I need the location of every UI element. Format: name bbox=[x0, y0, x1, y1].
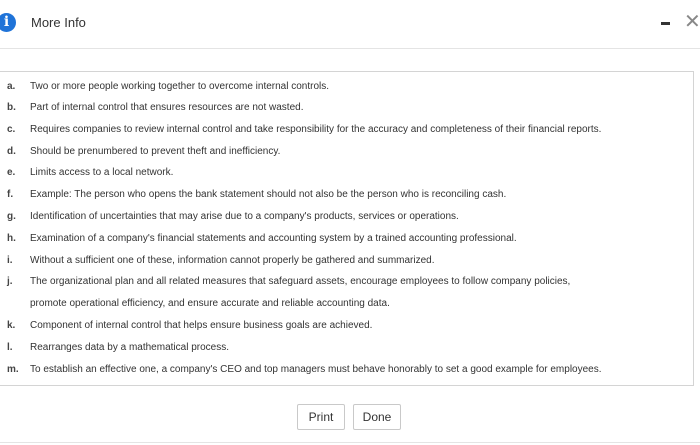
list-item-text: Limits access to a local network. bbox=[30, 167, 174, 178]
list-item-text: Examination of a company's financial sta… bbox=[30, 233, 517, 244]
list-item-letter: e. bbox=[7, 167, 16, 178]
list-item-text: Component of internal control that helps… bbox=[30, 320, 373, 331]
list-item-text: The organizational plan and all related … bbox=[30, 276, 571, 287]
close-icon[interactable]: ✕ bbox=[684, 11, 700, 31]
list-item-text: promote operational efficiency, and ensu… bbox=[30, 298, 390, 309]
bottom-divider bbox=[0, 442, 700, 443]
list-item-letter: j. bbox=[7, 276, 13, 287]
info-list-panel bbox=[0, 71, 694, 386]
list-item-letter: d. bbox=[7, 146, 16, 157]
dialog-titlebar: i More Info ✕ bbox=[0, 0, 700, 49]
list-item-letter: f. bbox=[7, 189, 14, 200]
list-item-text: Requires companies to review internal co… bbox=[30, 124, 602, 135]
print-button[interactable]: Print bbox=[297, 404, 345, 430]
list-item-letter: c. bbox=[7, 124, 16, 135]
list-item-text: Part of internal control that ensures re… bbox=[30, 102, 304, 113]
list-item-letter: a. bbox=[7, 81, 16, 92]
list-item-text: Two or more people working together to o… bbox=[30, 81, 330, 92]
done-button[interactable]: Done bbox=[353, 404, 401, 430]
dialog-title: More Info bbox=[31, 15, 86, 30]
list-item-text: To establish an effective one, a company… bbox=[30, 364, 602, 375]
list-item-letter: b. bbox=[7, 102, 16, 113]
list-item-letter: m. bbox=[7, 364, 19, 375]
list-item-text: Without a sufficient one of these, infor… bbox=[30, 255, 435, 266]
list-item-text: Identification of uncertainties that may… bbox=[30, 211, 459, 222]
info-icon: i bbox=[0, 13, 16, 32]
list-item-letter: l. bbox=[7, 342, 13, 353]
list-item-letter: k. bbox=[7, 320, 16, 331]
list-item-letter: g. bbox=[7, 211, 16, 222]
list-item-letter: h. bbox=[7, 233, 16, 244]
list-item-text: Example: The person who opens the bank s… bbox=[30, 189, 507, 200]
minimize-icon[interactable] bbox=[661, 22, 670, 25]
list-item-text: Should be prenumbered to prevent theft a… bbox=[30, 146, 281, 157]
list-item-letter: i. bbox=[7, 255, 13, 266]
list-item-text: Rearranges data by a mathematical proces… bbox=[30, 342, 229, 353]
